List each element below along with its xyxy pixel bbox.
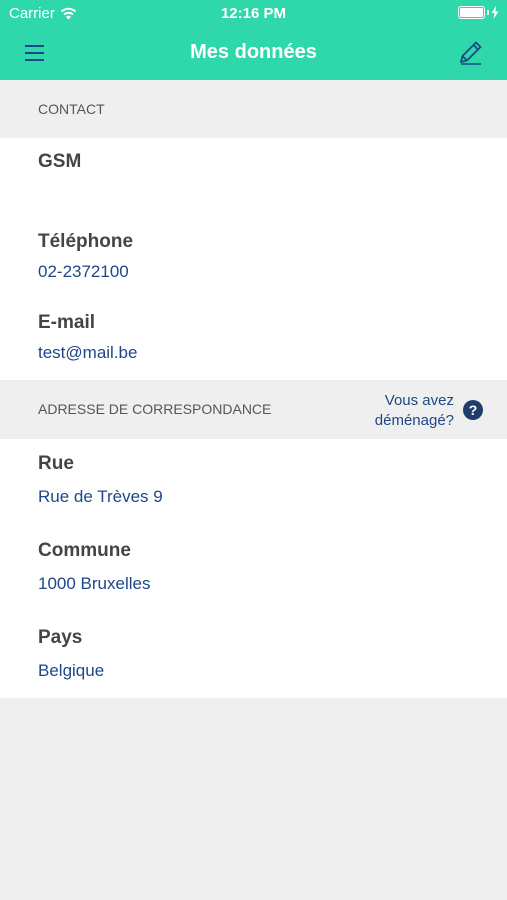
status-bar: Carrier 12:16 PM xyxy=(0,0,507,28)
address-section-header: ADRESSE DE CORRESPONDANCE Vous avez démé… xyxy=(0,380,507,439)
street-value: Rue de Trèves 9 xyxy=(38,487,163,506)
email-label: E-mail xyxy=(38,312,96,333)
commune-label: Commune xyxy=(38,540,131,561)
contact-section-title: CONTACT xyxy=(38,101,105,117)
pencil-edit-icon[interactable] xyxy=(457,39,485,67)
nav-bar: Mes données xyxy=(0,28,507,80)
page-title: Mes données xyxy=(190,41,317,63)
question-circle-icon[interactable]: ? xyxy=(463,400,483,420)
address-section: Rue Rue de Trèves 9 Commune 1000 Bruxell… xyxy=(0,439,507,698)
moved-link[interactable]: Vous avez déménagé? xyxy=(375,391,454,431)
gsm-label: GSM xyxy=(38,151,82,172)
country-value: Belgique xyxy=(38,661,105,680)
email-value: test@mail.be xyxy=(38,343,138,362)
contact-section-header: CONTACT xyxy=(0,80,507,138)
street-label: Rue xyxy=(38,453,74,474)
address-section-title: ADRESSE DE CORRESPONDANCE xyxy=(38,401,272,417)
moved-link-line1: Vous avez xyxy=(384,392,454,409)
telephone-value: 02-2372100 xyxy=(38,262,129,281)
battery-icon xyxy=(458,6,499,19)
status-time: 12:16 PM xyxy=(220,5,287,22)
moved-link-line2: déménagé? xyxy=(374,412,454,429)
charging-bolt-icon xyxy=(491,6,499,19)
telephone-label: Téléphone xyxy=(38,231,134,252)
app-header: Carrier 12:16 PM Mes données xyxy=(0,0,507,80)
contact-section: GSM Téléphone 02-2372100 E-mail test@mai… xyxy=(0,138,507,380)
commune-value: 1000 Bruxelles xyxy=(38,574,151,593)
country-label: Pays xyxy=(38,627,83,648)
